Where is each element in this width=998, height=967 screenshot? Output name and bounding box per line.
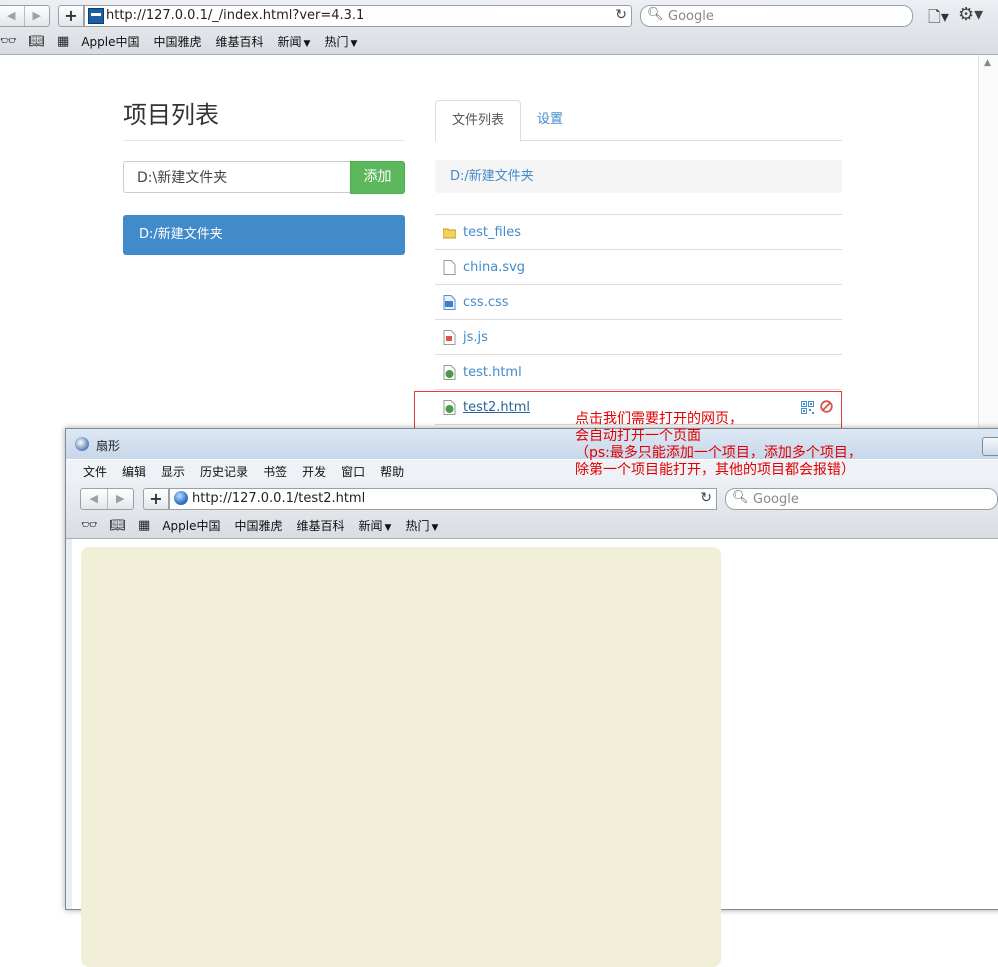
popup-new-tab-button[interactable]: + xyxy=(143,488,169,510)
popup-toolbar: ◀ ▶ + http://127.0.0.1/test2.html ↻ 🔍︎ G… xyxy=(66,482,998,539)
popup-nav-buttons: ◀ ▶ xyxy=(80,488,134,510)
tab-file-list[interactable]: 文件列表 xyxy=(435,100,521,142)
bookmark-news[interactable]: 新闻 ▼ xyxy=(278,33,311,50)
reading-list-icon[interactable]: 👓︎ xyxy=(0,34,17,49)
menu-window[interactable]: 窗口 xyxy=(341,463,365,480)
menu-help[interactable]: 帮助 xyxy=(380,463,404,480)
annotation-line: （ps:最多只能添加一个项目，添加多个项目， xyxy=(575,445,862,461)
popup-bookmarks-bar: 👓︎ 📖︎ ▦ Apple中国 中国雅虎 维基百科 新闻 ▼ 热门 ▼ xyxy=(81,515,452,535)
reading-list-icon[interactable]: 👓︎ xyxy=(81,518,98,533)
menu-history[interactable]: 历史记录 xyxy=(200,463,248,480)
tab-settings[interactable]: 设置 xyxy=(537,100,563,140)
popup-title: 扇形 xyxy=(96,439,121,453)
annotation-line: 除第一个项目能打开，其他的项目都会报错） xyxy=(575,462,855,478)
bookmark-popular[interactable]: 热门 ▼ xyxy=(324,33,357,50)
reload-icon[interactable]: ↻ xyxy=(700,490,712,506)
menu-develop[interactable]: 开发 xyxy=(302,463,326,480)
blank-file-icon xyxy=(443,260,456,275)
popup-address-url: http://127.0.0.1/test2.html xyxy=(192,491,366,506)
popup-page-body xyxy=(66,539,998,967)
popup-left-edge xyxy=(66,539,72,909)
address-bar[interactable]: http://127.0.0.1/_/index.html?ver=4.3.1 … xyxy=(84,5,632,27)
new-tab-button[interactable]: + xyxy=(58,5,84,27)
nav-buttons: ◀ ▶ xyxy=(0,5,50,27)
top-sites-grid-icon[interactable]: ▦ xyxy=(57,34,69,49)
search-field[interactable]: 🔍︎ Google xyxy=(640,5,913,27)
file-name[interactable]: test.html xyxy=(463,365,522,380)
bookmark-popular[interactable]: 热门 ▼ xyxy=(405,517,438,534)
tab-bar: 文件列表 设置 xyxy=(435,100,842,142)
page-title: 项目列表 xyxy=(123,101,219,129)
back-button[interactable]: ◀ xyxy=(0,6,25,26)
bookmark-news[interactable]: 新闻 ▼ xyxy=(359,517,392,534)
site-favicon-icon xyxy=(88,8,104,24)
bookmarks-book-icon[interactable]: 📖︎ xyxy=(29,34,46,49)
bookmark-wikipedia[interactable]: 维基百科 xyxy=(297,517,345,534)
bookmark-yahoo[interactable]: 中国雅虎 xyxy=(154,33,202,50)
popup-back-button[interactable]: ◀ xyxy=(81,489,108,509)
scroll-up-icon[interactable]: ▲ xyxy=(984,58,991,68)
js-file-icon xyxy=(443,330,456,345)
top-sites-grid-icon[interactable]: ▦ xyxy=(138,518,150,533)
annotation-note: 点击我们需要打开的网页， 会自动打开一个页面 （ps:最多只能添加一个项目，添加… xyxy=(575,411,862,479)
browser-toolbar: ◀ ▶ + http://127.0.0.1/_/index.html?ver=… xyxy=(0,0,998,55)
canvas-area[interactable] xyxy=(81,547,721,967)
chevron-down-icon: ▼ xyxy=(350,38,358,49)
globe-icon xyxy=(174,491,188,505)
menu-view[interactable]: 显示 xyxy=(161,463,185,480)
menu-edit[interactable]: 编辑 xyxy=(122,463,146,480)
title-divider xyxy=(123,140,405,141)
file-row[interactable]: css.css xyxy=(435,285,842,320)
annotation-line: 点击我们需要打开的网页， xyxy=(575,411,743,427)
file-row[interactable]: test.html xyxy=(435,355,842,390)
menu-file[interactable]: 文件 xyxy=(83,463,107,480)
add-project-button[interactable]: 添加 xyxy=(350,161,405,194)
file-name[interactable]: css.css xyxy=(463,295,509,310)
chevron-down-icon: ▼ xyxy=(303,38,311,49)
popup-search-field[interactable]: 🔍︎ Google xyxy=(725,488,998,510)
bookmarks-book-icon[interactable]: 📖︎ xyxy=(110,518,127,533)
chevron-down-icon: ▼ xyxy=(431,522,439,533)
bookmarks-bar: 👓︎ 📖︎ ▦ Apple中国 中国雅虎 维基百科 新闻 ▼ 热门 ▼ xyxy=(0,31,371,51)
css-file-icon xyxy=(443,295,456,310)
chevron-down-icon: ▼ xyxy=(384,522,392,533)
popup-browser-window: 扇形 文件 编辑 显示 历史记录 书签 开发 窗口 帮助 ◀ ▶ + http:… xyxy=(65,428,998,967)
file-row[interactable]: js.js xyxy=(435,320,842,355)
safari-icon xyxy=(75,437,89,451)
project-list-item[interactable]: D:/新建文件夹 xyxy=(123,215,405,255)
reload-icon[interactable]: ↻ xyxy=(615,7,627,23)
page-menu-icon[interactable]: 🗋▾ xyxy=(928,6,949,33)
menu-bookmarks[interactable]: 书签 xyxy=(263,463,287,480)
file-row[interactable]: test_files xyxy=(435,215,842,250)
file-name[interactable]: china.svg xyxy=(463,260,525,275)
folder-icon xyxy=(443,228,456,239)
bookmark-apple[interactable]: Apple中国 xyxy=(162,517,220,534)
popup-forward-button[interactable]: ▶ xyxy=(108,489,134,509)
html-file-icon xyxy=(443,365,456,380)
search-icon: 🔍︎ xyxy=(647,7,664,22)
search-icon: 🔍︎ xyxy=(732,490,749,505)
search-placeholder: Google xyxy=(668,9,714,24)
breadcrumb[interactable]: D:/新建文件夹 xyxy=(435,160,842,193)
bookmark-yahoo[interactable]: 中国雅虎 xyxy=(235,517,283,534)
minimize-button[interactable] xyxy=(982,437,998,456)
search-placeholder: Google xyxy=(753,492,799,507)
gear-icon[interactable]: ⚙▾ xyxy=(958,4,983,25)
file-name[interactable]: js.js xyxy=(463,330,488,345)
project-path-input[interactable] xyxy=(123,161,350,193)
annotation-line: 会自动打开一个页面 xyxy=(575,428,701,444)
file-row[interactable]: china.svg xyxy=(435,250,842,285)
bookmark-apple[interactable]: Apple中国 xyxy=(81,33,139,50)
bookmark-wikipedia[interactable]: 维基百科 xyxy=(216,33,264,50)
forward-button[interactable]: ▶ xyxy=(25,6,50,26)
popup-address-bar[interactable]: http://127.0.0.1/test2.html ↻ xyxy=(169,488,717,510)
address-url: http://127.0.0.1/_/index.html?ver=4.3.1 xyxy=(106,8,365,23)
file-name[interactable]: test_files xyxy=(463,225,521,240)
